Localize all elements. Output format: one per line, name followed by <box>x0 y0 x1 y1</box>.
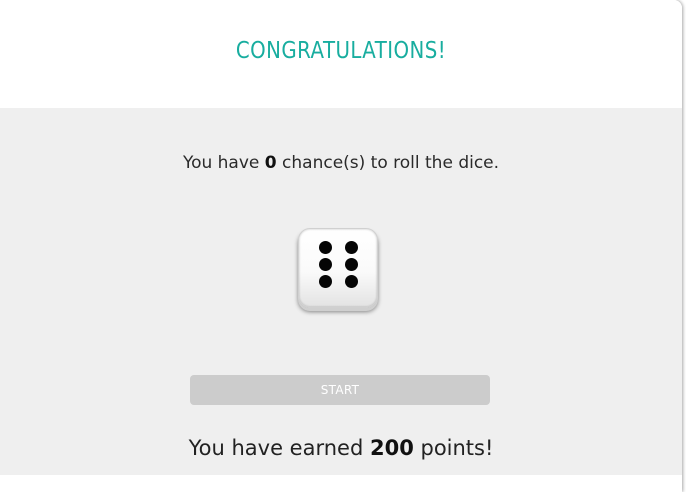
dice <box>298 228 378 308</box>
chances-prefix: You have <box>182 153 265 173</box>
earned-suffix: points! <box>413 436 494 460</box>
dialog-footer <box>0 475 682 492</box>
dice-pip <box>345 275 358 288</box>
chances-count: 0 <box>264 153 277 173</box>
dice-pip <box>319 275 332 288</box>
dialog-body: You have 0 chance(s) to roll the dice. S… <box>0 108 682 475</box>
dialog-title: CONGRATULATIONS! <box>235 38 447 64</box>
dice-pip <box>345 241 358 254</box>
dice-pip <box>319 241 332 254</box>
start-button[interactable]: START <box>190 375 490 405</box>
chances-suffix: chance(s) to roll the dice. <box>276 153 500 173</box>
earned-points-message: You have earned 200 points! <box>0 436 682 460</box>
congratulations-dialog: CONGRATULATIONS! You have 0 chance(s) to… <box>0 0 682 492</box>
chances-message: You have 0 chance(s) to roll the dice. <box>0 153 682 173</box>
earned-points-value: 200 <box>369 436 414 460</box>
dice-pip <box>319 258 332 271</box>
dice-pip <box>345 258 358 271</box>
dialog-header: CONGRATULATIONS! <box>0 0 682 108</box>
earned-prefix: You have earned <box>188 436 370 460</box>
